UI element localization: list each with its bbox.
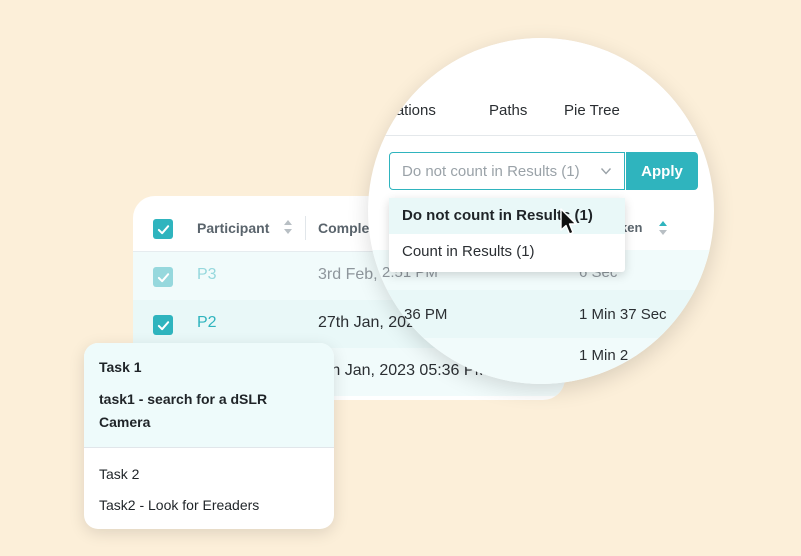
check-icon [157,272,169,282]
task-tooltip: Task 1 task1 - search for a dSLR Camera … [84,343,334,529]
row-checkbox[interactable] [153,315,173,335]
check-icon [157,320,169,330]
tab-bar [368,38,714,136]
select-all-checkbox[interactable] [153,219,173,239]
mouse-cursor-icon [560,208,577,235]
task-title: Task 2 [99,466,140,482]
row-checkbox[interactable] [153,267,173,287]
participant-link[interactable]: P2 [197,314,217,332]
completed-time: 36 PM [404,306,448,323]
tab-destinations[interactable]: tinations [380,102,436,119]
filter-label: e [368,164,373,181]
tab-paths[interactable]: Paths [489,102,527,119]
menu-item-count[interactable]: Count in Results (1) [389,234,625,270]
column-header-participant[interactable]: Participant [197,220,269,236]
dropdown-menu: Do not count in Results (1) Count in Res… [389,198,625,272]
time-taken: 1 Min 37 Sec [579,306,667,323]
check-icon [157,224,169,234]
select-value: Do not count in Results (1) [402,163,580,180]
sort-icon[interactable] [283,218,293,236]
table-row[interactable] [368,338,714,384]
sort-icon[interactable] [658,220,668,236]
participant-link[interactable]: P3 [197,266,217,284]
chevron-down-icon [600,168,612,175]
apply-button[interactable]: Apply [626,152,698,190]
column-header-completed[interactable]: Comple [318,220,369,236]
results-filter-select[interactable]: Do not count in Results (1) [389,152,625,190]
magnifier-lens: ken 2:51 PM 6 Sec 36 PM 1 Min 37 Sec 1 M… [368,38,714,384]
column-divider [305,216,306,240]
menu-item-label: Count in Results (1) [402,243,535,260]
time-taken: 1 Min 2 [579,347,629,364]
task-description: Task2 - Look for Ereaders [99,497,260,513]
task-title: Task 1 [99,359,142,375]
menu-item-do-not-count[interactable]: Do not count in Results (1) [389,198,625,234]
tab-pie-tree[interactable]: Pie Tree [564,102,620,119]
task-description: task1 - search for a dSLR Camera [99,391,268,430]
